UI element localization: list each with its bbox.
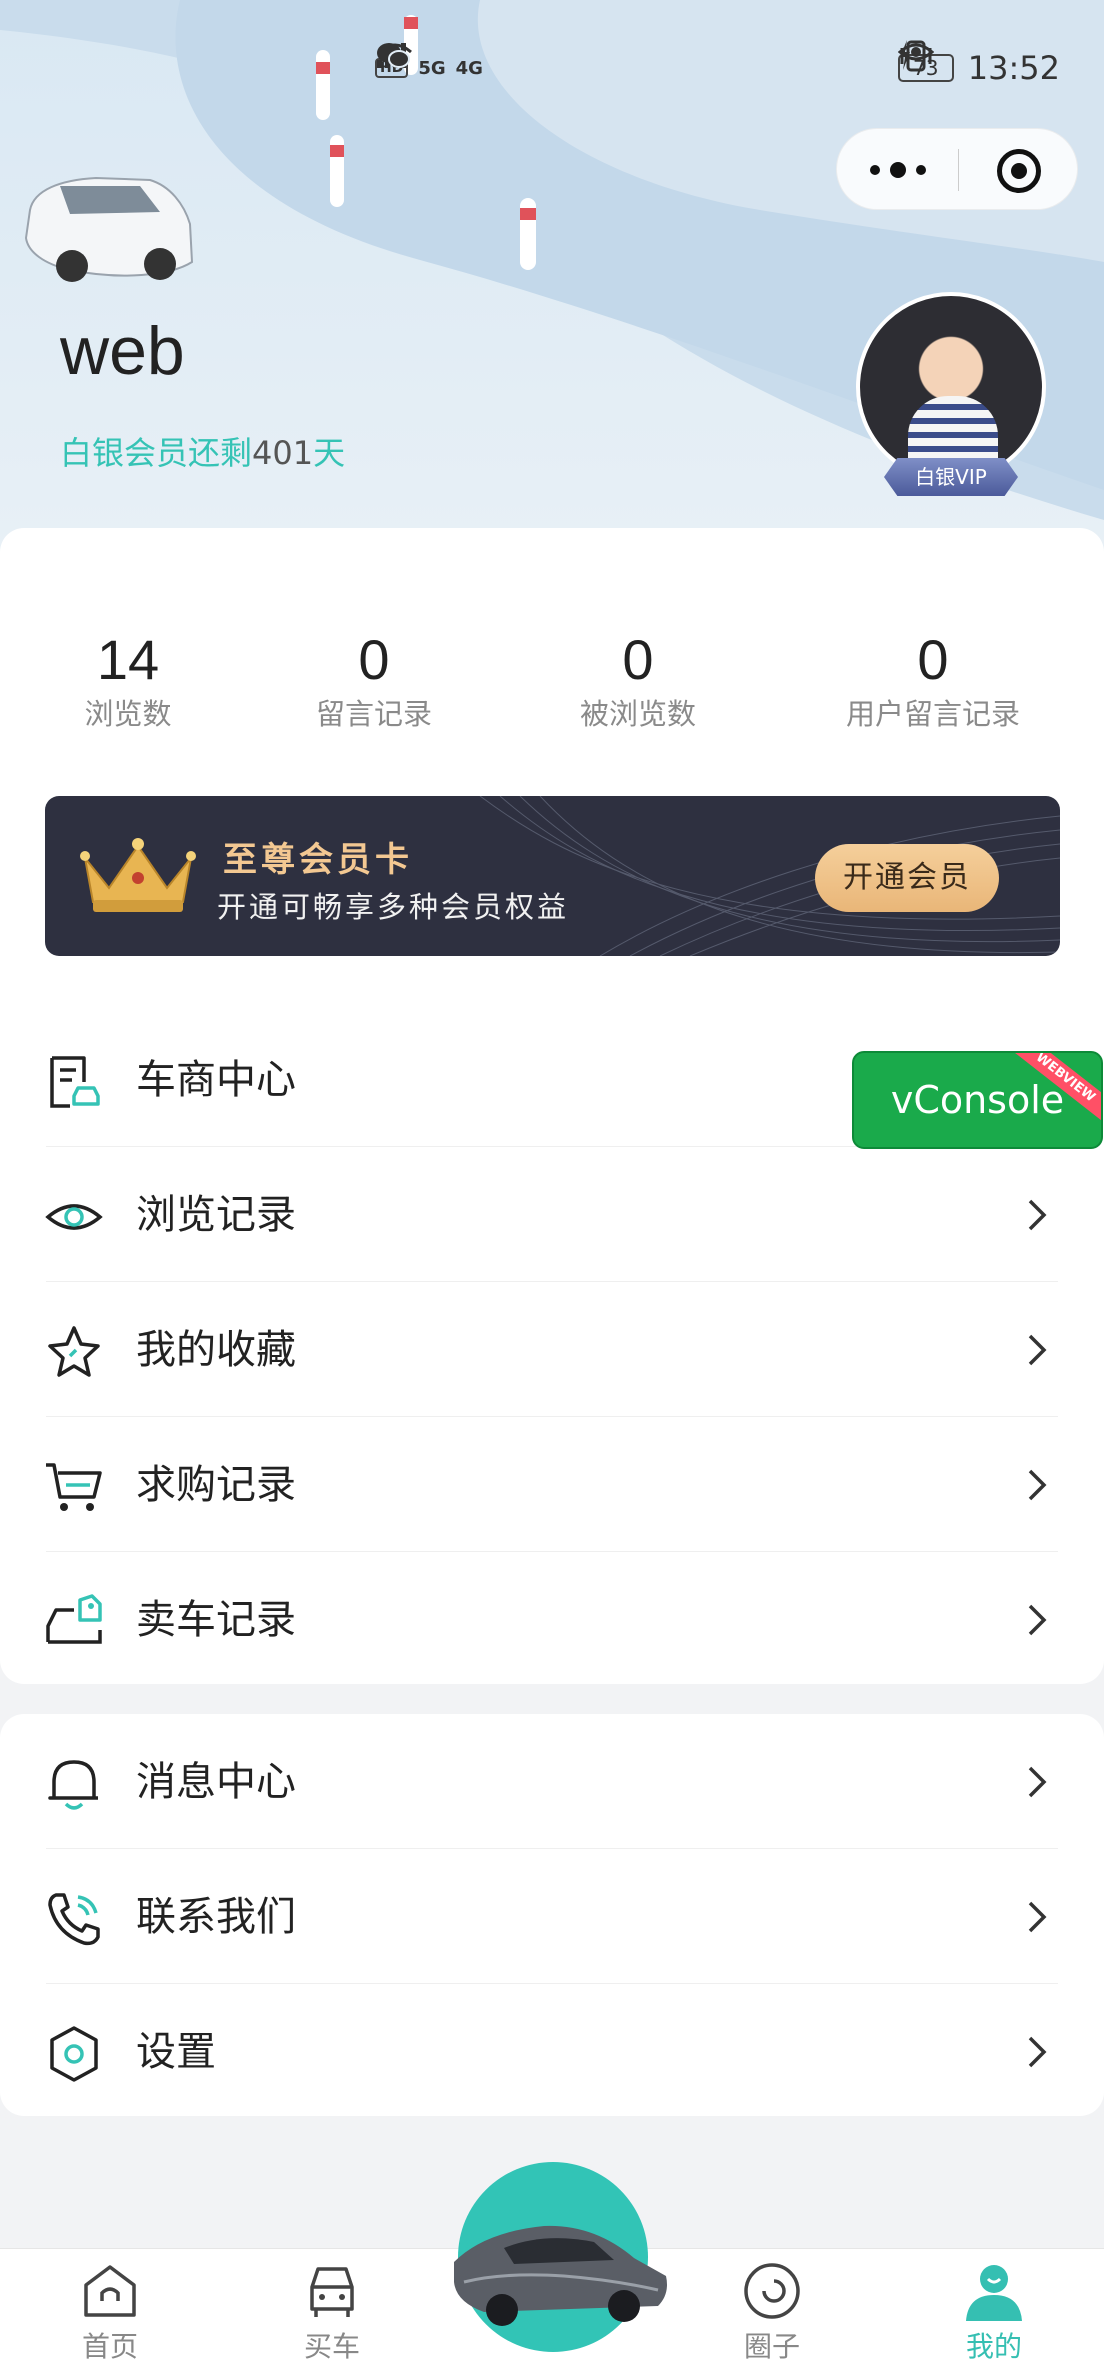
eye-icon	[45, 1204, 103, 1230]
vip-membership-card[interactable]: 至尊会员卡 开通可畅享多种会员权益 开通会员	[45, 796, 1060, 956]
stat-value: 0	[358, 628, 390, 691]
circle-icon	[744, 2263, 800, 2319]
menu-label: 联系我们	[136, 1894, 296, 1940]
center-car-button[interactable]	[454, 2162, 667, 2352]
stat-value: 0	[917, 628, 949, 691]
more-icon[interactable]	[837, 129, 958, 211]
member-days: 401	[252, 434, 314, 472]
bell-icon	[48, 1760, 98, 1810]
star-icon	[48, 1326, 100, 1377]
vip-card-title: 至尊会员卡	[223, 840, 413, 880]
stat-label: 被浏览数	[579, 697, 696, 731]
membership-remaining: 白银会员还剩401天	[60, 428, 345, 474]
tab-buy-car[interactable]: 买车	[272, 2249, 392, 2367]
network-5g-label: 5G	[418, 57, 446, 79]
chevron-right-icon	[1028, 2036, 1047, 2068]
avatar[interactable]	[856, 292, 1046, 482]
open-membership-button[interactable]: 开通会员	[815, 844, 999, 912]
crown-icon	[80, 838, 196, 912]
stat-user-messages[interactable]: 0 用户留言记录	[828, 628, 1038, 736]
menu-item-browse-history[interactable]: 浏览记录	[0, 1147, 1104, 1282]
menu-label: 车商中心	[136, 1057, 296, 1103]
wechat-icon	[377, 43, 410, 68]
chevron-right-icon	[1028, 1334, 1047, 1366]
stat-label: 浏览数	[84, 697, 172, 731]
vconsole-button[interactable]: vConsole WEBVIEW	[852, 1051, 1103, 1149]
car-illustration	[24, 176, 194, 282]
menu-label: 卖车记录	[136, 1597, 296, 1643]
chevron-right-icon	[1028, 1766, 1047, 1798]
chevron-right-icon	[1028, 1199, 1047, 1231]
menu-item-purchase-requests[interactable]: 求购记录	[0, 1417, 1104, 1552]
tab-label: 买车	[303, 2330, 360, 2363]
car-front-icon	[310, 2267, 354, 2317]
menu-label: 求购记录	[136, 1462, 296, 1508]
stat-label: 留言记录	[315, 697, 432, 731]
avatar-block[interactable]: 白银VIP	[856, 292, 1046, 502]
user-icon	[966, 2265, 1022, 2321]
chevron-right-icon	[1028, 1604, 1047, 1636]
tab-label: 首页	[81, 2330, 138, 2363]
stat-value: 14	[96, 628, 160, 691]
charging-icon	[899, 40, 910, 70]
stat-viewed-by[interactable]: 0 被浏览数	[558, 628, 718, 736]
tab-label: 我的	[965, 2330, 1022, 2363]
menu-item-contact-us[interactable]: 联系我们	[0, 1849, 1104, 1984]
tab-community[interactable]: 圈子	[712, 2249, 832, 2367]
menu-item-favorites[interactable]: 我的收藏	[0, 1282, 1104, 1417]
menu-label: 我的收藏	[136, 1327, 296, 1373]
network-4g-label: 4G	[455, 57, 483, 79]
menu-item-sell-records[interactable]: 卖车记录	[0, 1552, 1104, 1687]
dealer-doc-icon	[50, 1056, 100, 1108]
stat-views[interactable]: 14 浏览数	[48, 628, 208, 736]
vip-level-badge: 白银VIP	[884, 458, 1018, 496]
vip-card-subtitle: 开通可畅享多种会员权益	[217, 890, 570, 924]
username: web	[60, 313, 185, 389]
home-icon	[84, 2265, 136, 2317]
tab-mine[interactable]: 我的	[934, 2249, 1054, 2367]
menu-label: 消息中心	[136, 1759, 296, 1805]
miniprogram-capsule	[836, 128, 1078, 210]
stats-row: 14 浏览数 0 留言记录 0 被浏览数 0 用户留言记录	[0, 628, 1104, 758]
chevron-right-icon	[1028, 1469, 1047, 1501]
profile-header: HD 5G 4G 73 13:52 web 白银会员还剩401天 白银VIP	[0, 0, 1104, 560]
stat-value: 0	[622, 628, 654, 691]
status-bar: HD 5G 4G 73 13:52	[0, 40, 1104, 96]
cart-icon	[46, 1463, 102, 1511]
tab-label: 圈子	[743, 2330, 800, 2363]
status-time: 13:52	[967, 49, 1060, 87]
member-suffix: 天	[313, 434, 346, 472]
sports-car-icon	[454, 2225, 667, 2326]
stat-messages[interactable]: 0 留言记录	[294, 628, 454, 736]
vconsole-label: vConsole	[890, 1078, 1065, 1122]
capsule-divider	[958, 149, 959, 191]
menu-label: 设置	[136, 2029, 216, 2075]
chevron-right-icon	[1028, 1901, 1047, 1933]
stat-label: 用户留言记录	[845, 697, 1020, 731]
car-tag-icon	[46, 1594, 102, 1644]
hexagon-settings-icon	[50, 2026, 98, 2082]
menu-label: 浏览记录	[136, 1192, 296, 1238]
secondary-menu-card: 消息中心 联系我们 设置	[0, 1714, 1104, 2116]
member-prefix: 白银会员还剩	[60, 434, 253, 472]
close-miniprogram-icon[interactable]	[997, 149, 1041, 193]
tab-home[interactable]: 首页	[50, 2249, 170, 2367]
menu-item-settings[interactable]: 设置	[0, 1984, 1104, 2119]
phone-icon	[48, 1893, 100, 1946]
menu-item-message-center[interactable]: 消息中心	[0, 1714, 1104, 1849]
